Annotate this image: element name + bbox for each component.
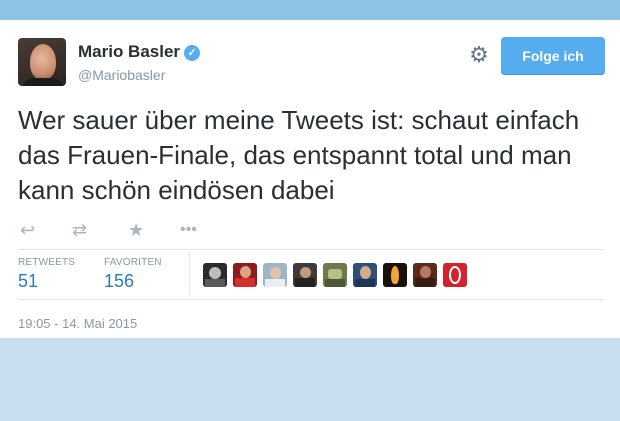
favoriter-avatar[interactable] (383, 263, 407, 287)
tweet-card: Mario Basler ✓ @Mariobasler ⚙ Folge ich W… (0, 20, 620, 338)
favoriter-avatar[interactable] (263, 263, 287, 287)
reply-icon[interactable]: ↩ (20, 220, 35, 240)
gear-icon[interactable]: ⚙ (468, 44, 490, 66)
retweets-count[interactable]: 51 (18, 271, 38, 292)
favoriter-avatar[interactable] (293, 263, 317, 287)
retweets-label: RETWEETS (18, 257, 76, 268)
author-handle[interactable]: @Mariobasler (78, 67, 165, 83)
verified-badge-icon: ✓ (184, 45, 201, 61)
author-name[interactable]: Mario Basler ✓ (78, 42, 201, 62)
star-icon[interactable]: ★ (128, 220, 144, 240)
retweet-icon[interactable]: ⇄ (72, 220, 87, 240)
follow-button[interactable]: Folge ich (501, 37, 605, 75)
stats-divider-bottom (18, 299, 604, 300)
favoriter-avatar[interactable] (323, 263, 347, 287)
tweet-text: Wer sauer über meine Tweets ist: schaut … (18, 105, 580, 205)
favoriter-avatar[interactable] (443, 263, 467, 287)
avatar-face (30, 44, 56, 80)
favoriter-avatar[interactable] (233, 263, 257, 287)
stats-divider-top (18, 249, 604, 250)
favorites-label: FAVORITEN (104, 257, 162, 268)
tweet-timestamp[interactable]: 19:05 - 14. Mai 2015 (18, 316, 137, 331)
avatar-shirt (22, 78, 64, 86)
favoriter-avatar[interactable] (353, 263, 377, 287)
more-dots-icon[interactable]: ••• (180, 220, 197, 240)
top-band (0, 0, 620, 20)
author-avatar[interactable] (18, 38, 66, 86)
favorites-count[interactable]: 156 (104, 271, 134, 292)
favoriter-avatar[interactable] (203, 263, 227, 287)
favoriter-avatar[interactable] (413, 263, 437, 287)
author-name-text: Mario Basler (78, 42, 181, 61)
stats-separator (189, 253, 190, 295)
